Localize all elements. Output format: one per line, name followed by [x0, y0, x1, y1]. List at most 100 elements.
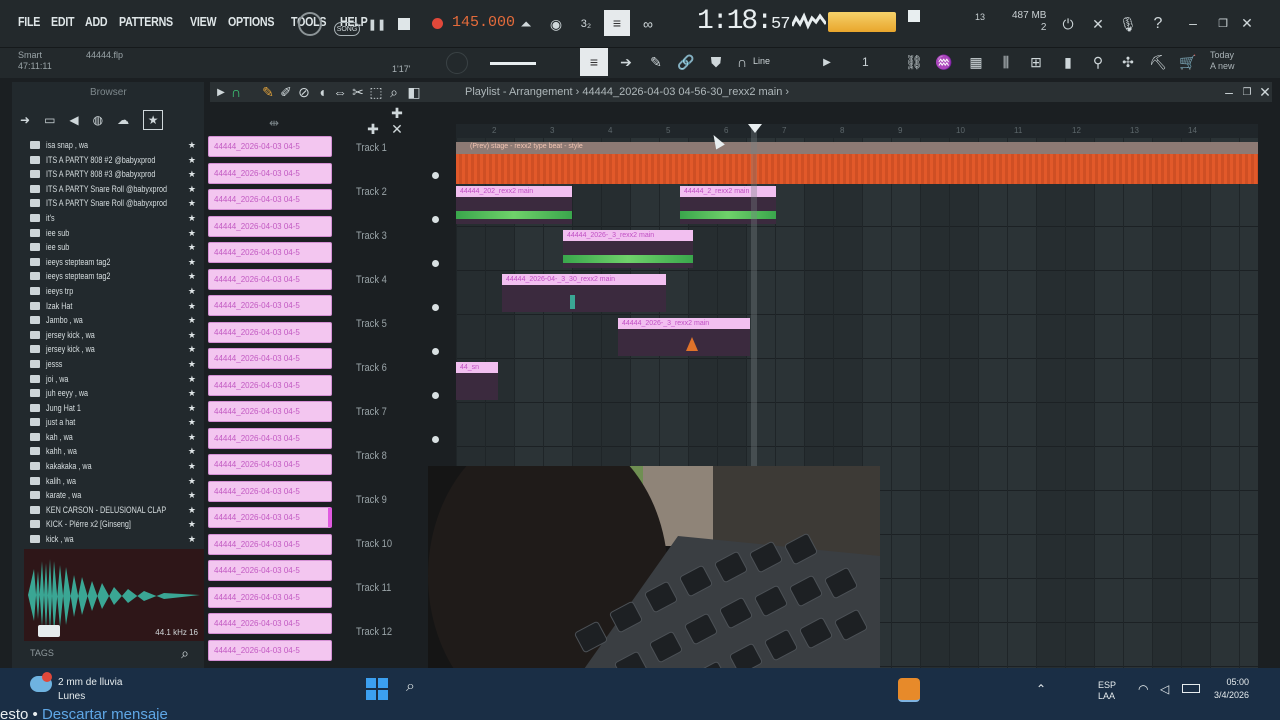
browser-file-item[interactable]: joi , wa ★ — [30, 372, 206, 387]
volume-slider[interactable] — [490, 62, 536, 65]
favorite-star-icon[interactable]: ★ — [188, 415, 196, 430]
favorite-star-icon[interactable]: ★ — [188, 474, 196, 489]
favorite-star-icon[interactable]: ★ — [188, 430, 196, 445]
microphone-icon[interactable]: 🎙 — [1118, 14, 1138, 34]
pattern-clip-item[interactable]: 44444_2026-04-03 04-5 — [208, 295, 332, 316]
track5-clip[interactable]: 44444_2026-_3_rexx2 main — [618, 318, 750, 356]
menu-edit[interactable]: EDIT — [51, 14, 75, 29]
favorite-star-icon[interactable]: ★ — [188, 182, 196, 197]
close-playlist-icon[interactable]: ✕ — [1258, 84, 1272, 100]
slice-tool-icon[interactable]: ✂ — [350, 84, 366, 100]
pattern-clip-item[interactable]: 44444_2026-04-03 04-5 — [208, 189, 332, 210]
track-mute-icon[interactable] — [432, 304, 439, 311]
browser-file-item[interactable]: Jambo , wa ★ — [30, 313, 206, 328]
taskbar-search-icon[interactable]: ⌕ — [406, 678, 428, 700]
favorite-star-icon[interactable]: ★ — [188, 240, 196, 255]
arrow-icon[interactable]: ▶ — [214, 84, 228, 100]
mixer-icon[interactable]: ⛓ — [904, 52, 924, 72]
browser-file-item[interactable]: kah , wa ★ — [30, 430, 206, 445]
project-tree-icon[interactable]: ⊞ — [1026, 52, 1046, 72]
wait-input-icon[interactable]: ◉ — [546, 14, 566, 34]
favorite-star-icon[interactable]: ★ — [188, 328, 196, 343]
browser-file-item[interactable]: it's ★ — [30, 211, 206, 226]
document-icon[interactable]: ▭ — [44, 113, 55, 127]
start-button-icon[interactable] — [366, 678, 388, 700]
favorite-star-icon[interactable]: ★ — [188, 226, 196, 241]
browser-file-item[interactable]: jesss ★ — [30, 357, 206, 372]
weather-widget[interactable]: 2 mm de lluvia Lunes — [58, 676, 122, 704]
tempo-display[interactable]: 145.000 — [452, 14, 515, 31]
menu-view[interactable]: VIEW — [190, 14, 217, 29]
track-header[interactable]: Track 3 — [350, 226, 450, 270]
power-icon[interactable]: ⏻ — [1058, 14, 1078, 34]
playhead[interactable] — [751, 124, 757, 470]
track-header[interactable]: Track 4 — [350, 270, 450, 314]
favorite-star-icon[interactable]: ★ — [188, 196, 196, 211]
magnet-icon[interactable]: ∩ — [734, 52, 750, 72]
browser-file-item[interactable]: karate , wa ★ — [30, 488, 206, 503]
favorite-star-icon[interactable]: ★ — [188, 299, 196, 314]
browser-file-item[interactable]: iee sub ★ — [30, 226, 206, 241]
track6-clip[interactable]: 44_sn — [456, 362, 498, 400]
track-mute-icon[interactable] — [432, 348, 439, 355]
stop-all-icon[interactable] — [908, 10, 920, 22]
play-preview-icon[interactable] — [38, 625, 60, 637]
magnet-snap-icon[interactable]: ∩ — [228, 84, 244, 100]
track-mute-icon[interactable] — [432, 216, 439, 223]
track2-clip-a[interactable]: 44444_202_rexx2 main — [456, 186, 572, 224]
pattern-clip-item[interactable]: 44444_2026-04-03 04-5 — [208, 374, 332, 396]
nudge-icon[interactable]: ✚ — [390, 105, 404, 121]
snap-selector[interactable]: Line — [753, 56, 770, 66]
tags-label[interactable]: TAGS — [30, 648, 54, 658]
tray-wifi-icon[interactable]: ◠ — [1138, 682, 1148, 696]
favorite-star-icon[interactable]: ★ — [188, 313, 196, 328]
browser-file-item[interactable]: kalih , wa ★ — [30, 474, 206, 489]
pattern-clip-item[interactable]: 44444_2026-04-03 04-5 — [208, 507, 332, 528]
mixer-faders-icon[interactable]: ⫼ — [996, 52, 1016, 72]
play-small-icon[interactable]: ▶ — [820, 52, 834, 72]
piano-roll-icon[interactable]: ♒ — [934, 52, 954, 72]
favorite-star-icon[interactable]: ★ — [188, 357, 196, 372]
metronome-icon[interactable]: ⏶ — [516, 14, 536, 34]
browser-file-item[interactable]: kahh , wa ★ — [30, 444, 206, 459]
select-tool-icon[interactable]: ⬚ — [368, 84, 384, 100]
favorite-star-icon[interactable]: ★ — [188, 401, 196, 416]
stop-icon[interactable] — [398, 18, 410, 30]
loop-record-icon[interactable]: ∞ — [638, 14, 658, 34]
broom-icon[interactable]: ⛏ — [1148, 52, 1168, 72]
favorite-star-icon[interactable]: ★ — [188, 255, 196, 270]
favorite-star-icon[interactable]: ★ — [188, 342, 196, 357]
song-mode-button[interactable]: SONG — [334, 22, 360, 36]
browser-file-item[interactable]: ITS A PARTY Snare Roll @babyxprod ★ — [30, 196, 206, 211]
mute-tool-icon[interactable]: ◖ — [314, 84, 330, 100]
cloud-icon[interactable]: ☁ — [117, 113, 129, 127]
maximize-icon[interactable]: ❐ — [1216, 16, 1230, 30]
menu-add[interactable]: ADD — [85, 14, 108, 29]
pattern-clip-item[interactable]: 44444_2026-04-03 04-5 — [208, 586, 332, 608]
pencil-icon[interactable]: ✎ — [646, 52, 666, 72]
language-indicator[interactable]: ESP LAA — [1098, 680, 1116, 702]
record-icon[interactable] — [432, 18, 443, 29]
playback-tool-icon[interactable]: ◧ — [406, 84, 422, 100]
tray-chevron-icon[interactable]: ⌃ — [1036, 682, 1046, 696]
browser-file-item[interactable]: KEN CARSON - DELUSIONAL CLAP ★ — [30, 503, 206, 518]
track3-clip[interactable]: 44444_2026-_3_rexx2 main — [563, 230, 693, 268]
favorite-star-icon[interactable]: ★ — [188, 459, 196, 474]
blend-notes-icon[interactable]: ≡ — [604, 10, 630, 36]
back-icon[interactable]: ◀ — [69, 113, 78, 127]
globe-icon[interactable]: ◍ — [93, 113, 103, 127]
browser-file-item[interactable]: KICK - Plérre x2 [Ginseng] ★ — [30, 517, 206, 532]
track-mute-icon[interactable] — [432, 436, 439, 443]
minimize-playlist-icon[interactable]: – — [1222, 84, 1236, 100]
pattern-clip-item[interactable]: 44444_2026-04-03 04-5 — [208, 613, 332, 634]
pattern-clip-item[interactable]: 44444_2026-04-03 04-5 — [208, 321, 332, 343]
track4-clip[interactable]: 44444_2026-04-_3_30_rexx2 main — [502, 274, 666, 312]
brush-tool-icon[interactable]: ✐ — [278, 84, 294, 100]
favorite-star-icon[interactable]: ★ — [188, 503, 196, 518]
track-header[interactable]: Track 5 — [350, 314, 450, 358]
track2-clip-b[interactable]: 44444_2_rexx2 main — [680, 186, 776, 224]
pattern-clip-item[interactable]: 44444_2026-04-03 04-5 — [208, 533, 332, 555]
favorite-star-icon[interactable]: ★ — [188, 138, 196, 153]
pattern-clip-item[interactable]: 44444_2026-04-03 04-5 — [208, 427, 332, 449]
browser-file-item[interactable]: ITS A PARTY 808 #3 @babyxprod ★ — [30, 167, 206, 182]
